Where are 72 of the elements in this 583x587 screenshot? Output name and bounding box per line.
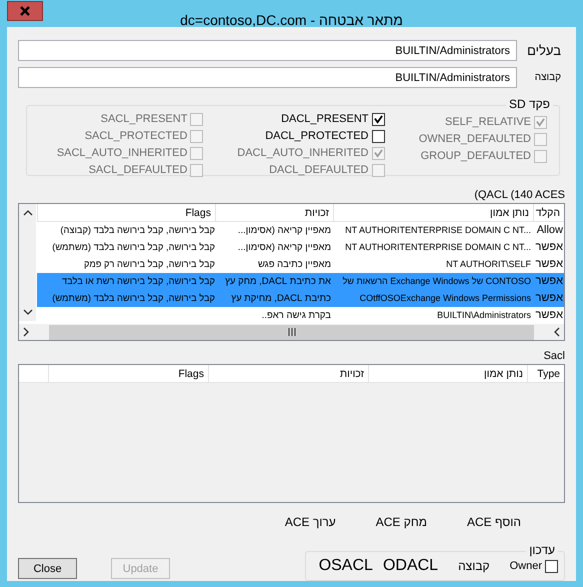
- checkbox-label: SACL_PRESENT: [100, 113, 188, 125]
- dialog-button[interactable]: Close: [18, 558, 77, 579]
- table-cell-text: אפשר: [534, 274, 564, 289]
- checkbox-label: OWNER_DEFAULTED: [418, 133, 531, 145]
- text-field[interactable]: BUILTIN/Administrators: [18, 67, 517, 88]
- column-header[interactable]: הקלד: [533, 204, 564, 222]
- table-cell-text: מאפיין קריאה (אסימון...: [236, 224, 332, 238]
- field-label: בעלים: [526, 43, 562, 58]
- scrollbar[interactable]: [19, 324, 564, 340]
- column-header[interactable]: Flags: [48, 365, 208, 383]
- update-option: ODACL: [382, 557, 438, 575]
- table-cell-text: אפשר: [534, 291, 564, 306]
- checkbox-label: GROUP_DEFAULTED: [420, 150, 531, 162]
- table-cell-text: BUILTIN\Administrators: [436, 309, 532, 322]
- checkbox-label: SACL_PROTECTED: [84, 130, 188, 142]
- column-header[interactable]: נותן אמון: [333, 204, 533, 222]
- checkbox-label: DACL_AUTO_INHERITED: [237, 147, 368, 159]
- scroll-thumb[interactable]: [49, 324, 534, 340]
- column-header[interactable]: נותן אמון: [368, 365, 527, 383]
- table-cell-text: את כתיבת DACL, מחק עץ: [224, 275, 332, 289]
- table-cell-text: קבל בירושה, קבל בירושה בלבד (משתמש): [51, 292, 215, 305]
- column-header[interactable]: זכויות: [215, 204, 333, 222]
- table-cell-text: NT AUTHORITENTERPRISE DOMAIN C NT...: [344, 241, 532, 254]
- table-cell-text: הרשאות של Exchange Windows של CONTOSO: [342, 275, 532, 288]
- checkbox[interactable]: [372, 112, 384, 126]
- text-field[interactable]: BUILTIN/Administrators: [18, 40, 517, 61]
- table-cell-text: קבל בירושה, קבל בירושה רק פמק: [82, 258, 215, 271]
- checkbox-label: SACL_DEFAULTED: [88, 164, 188, 176]
- checkbox-label: SACL_AUTO_INHERITED: [56, 147, 188, 159]
- window-title: dc=contoso,DC.com - מתאר אבטחה: [179, 12, 404, 28]
- checkbox[interactable]: [545, 560, 558, 572]
- checkbox[interactable]: [372, 130, 384, 142]
- column-header[interactable]: Type: [527, 365, 564, 383]
- table-cell-text: מאפיין קריאה (אסימון...: [236, 241, 332, 255]
- table-cell-text: קבל בירושה, קבל בירושה בלבד (משתמש): [51, 241, 215, 254]
- scroll-down-icon[interactable]: [22, 309, 32, 315]
- checkbox-label: DACL_PROTECTED: [265, 130, 368, 142]
- scroll-left-icon[interactable]: [554, 327, 560, 337]
- checkbox-label: DACL_DEFAULTED: [269, 164, 368, 176]
- group-label: פקד SD: [506, 97, 553, 111]
- checkbox-label: DACL_PRESENT: [281, 113, 368, 125]
- checkbox-label: SELF_RELATIVE: [445, 116, 531, 128]
- table-cell-text: כתיבת DACL, מחיקת עץ: [230, 292, 332, 306]
- ace-button[interactable]: מחק ACE: [366, 511, 438, 533]
- grip-icon: [288, 328, 296, 336]
- table-row[interactable]: אפשר הרשאות של Exchange Windows של CONTOSO את כתיבת DACL, מחק עץ קבל בירושה, קבל בירושה רשת או בלבד: [37, 273, 564, 290]
- column-header[interactable]: זכויות: [208, 365, 368, 383]
- table-cell-text: אפשר: [534, 257, 564, 272]
- table-cell-text: NT AUTHORIT\SELF: [445, 258, 532, 271]
- scroll-right-icon[interactable]: [23, 327, 29, 337]
- ace-button[interactable]: הוסף ACE: [457, 511, 531, 533]
- table-cell-text: Allow: [536, 223, 564, 238]
- table-cell-text: קבל בירושה, קבל בירושה בלבד (קבוצה): [59, 224, 215, 237]
- close-button[interactable]: [7, 1, 43, 21]
- ace-button[interactable]: ערוך ACE: [274, 511, 346, 533]
- field-label: קבוצה: [534, 72, 562, 83]
- table-cell-text: NT AUTHORITENTERPRISE DOMAIN C NT...: [344, 224, 532, 237]
- table-cell-text: אפשר: [534, 240, 564, 255]
- update-option: קבוצה: [458, 559, 490, 573]
- close-icon: [20, 6, 30, 16]
- table-cell-text: בקרת גישה ראפ..: [260, 309, 332, 323]
- table-cell-text: COtffOSOExchange Windows Permissions: [358, 292, 532, 305]
- scroll-up-icon[interactable]: [22, 210, 32, 216]
- table-cell-text: קבל בירושה, קבל בירושה רשת או בלבד: [61, 275, 215, 288]
- section-label: (QACL (140 ACES: [474, 189, 565, 201]
- update-option: OSACL: [318, 557, 373, 575]
- column-header[interactable]: Flags: [37, 204, 215, 222]
- checkbox-label: Owner: [510, 560, 542, 572]
- table-cell-text: אפשר: [534, 308, 564, 323]
- table-cell-text: מאפיין כתיבה פגש: [256, 258, 332, 272]
- section-label: Sacl: [544, 350, 565, 362]
- scrollbar[interactable]: [19, 204, 36, 321]
